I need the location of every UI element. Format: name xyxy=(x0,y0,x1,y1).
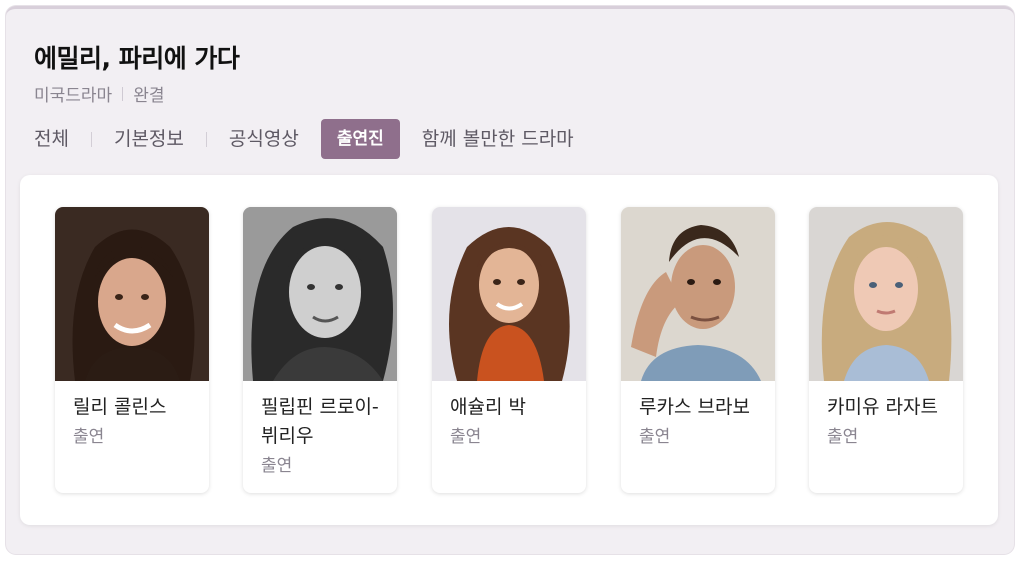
cast-name[interactable]: 카미유 라자트 xyxy=(827,393,951,422)
tab-divider xyxy=(90,131,92,147)
drama-info-card: 에밀리, 파리에 가다 미국드라마 완결 전체 기본정보 공식영상 출연진 함께… xyxy=(6,6,1014,554)
cast-name[interactable]: 애슐리 박 xyxy=(450,393,574,422)
drama-meta: 미국드라마 완결 xyxy=(34,81,164,106)
tab-cast[interactable]: 출연진 xyxy=(320,119,400,159)
cast-photo xyxy=(621,207,775,381)
cast-card[interactable]: 필립핀 르로이-뷔리우 출연 xyxy=(243,207,397,493)
cast-panel: 릴리 콜린스 출연 필립핀 르로이-뷔리우 출연 애슐리 박 출연 루카스 브라… xyxy=(20,175,998,525)
cast-info: 카미유 라자트 출연 xyxy=(827,393,951,452)
cast-photo xyxy=(432,207,586,381)
cast-role: 출연 xyxy=(639,427,671,447)
cast-card[interactable]: 루카스 브라보 출연 xyxy=(621,207,775,493)
category-label[interactable]: 미국드라마 xyxy=(34,81,112,106)
cast-card[interactable]: 애슐리 박 출연 xyxy=(432,207,586,493)
cast-info: 루카스 브라보 출연 xyxy=(639,393,763,452)
cast-name[interactable]: 릴리 콜린스 xyxy=(73,393,197,422)
meta-divider xyxy=(122,86,124,101)
cast-card[interactable]: 카미유 라자트 출연 xyxy=(809,207,963,493)
cast-name[interactable]: 필립핀 르로이-뷔리우 xyxy=(261,393,385,451)
cast-photo xyxy=(55,207,209,381)
cast-photo xyxy=(243,207,397,381)
cast-role: 출연 xyxy=(827,427,859,447)
cast-info: 필립핀 르로이-뷔리우 출연 xyxy=(261,393,385,481)
status-label: 완결 xyxy=(133,86,165,106)
tab-all[interactable]: 전체 xyxy=(34,119,69,159)
cast-info: 애슐리 박 출연 xyxy=(450,393,574,452)
cast-name[interactable]: 루카스 브라보 xyxy=(639,393,763,422)
tab-divider xyxy=(205,131,207,147)
cast-photo xyxy=(809,207,963,381)
tab-official-video[interactable]: 공식영상 xyxy=(229,119,299,159)
cast-role: 출연 xyxy=(450,427,482,447)
drama-title[interactable]: 에밀리, 파리에 가다 xyxy=(34,39,240,75)
tab-basic-info[interactable]: 기본정보 xyxy=(114,119,184,159)
cast-role: 출연 xyxy=(73,427,105,447)
tab-bar: 전체 기본정보 공식영상 출연진 함께 볼만한 드라마 xyxy=(34,119,574,159)
cast-card[interactable]: 릴리 콜린스 출연 xyxy=(55,207,209,493)
cast-role: 출연 xyxy=(261,456,293,476)
tab-similar-dramas[interactable]: 함께 볼만한 드라마 xyxy=(422,119,574,159)
cast-info: 릴리 콜린스 출연 xyxy=(73,393,197,452)
